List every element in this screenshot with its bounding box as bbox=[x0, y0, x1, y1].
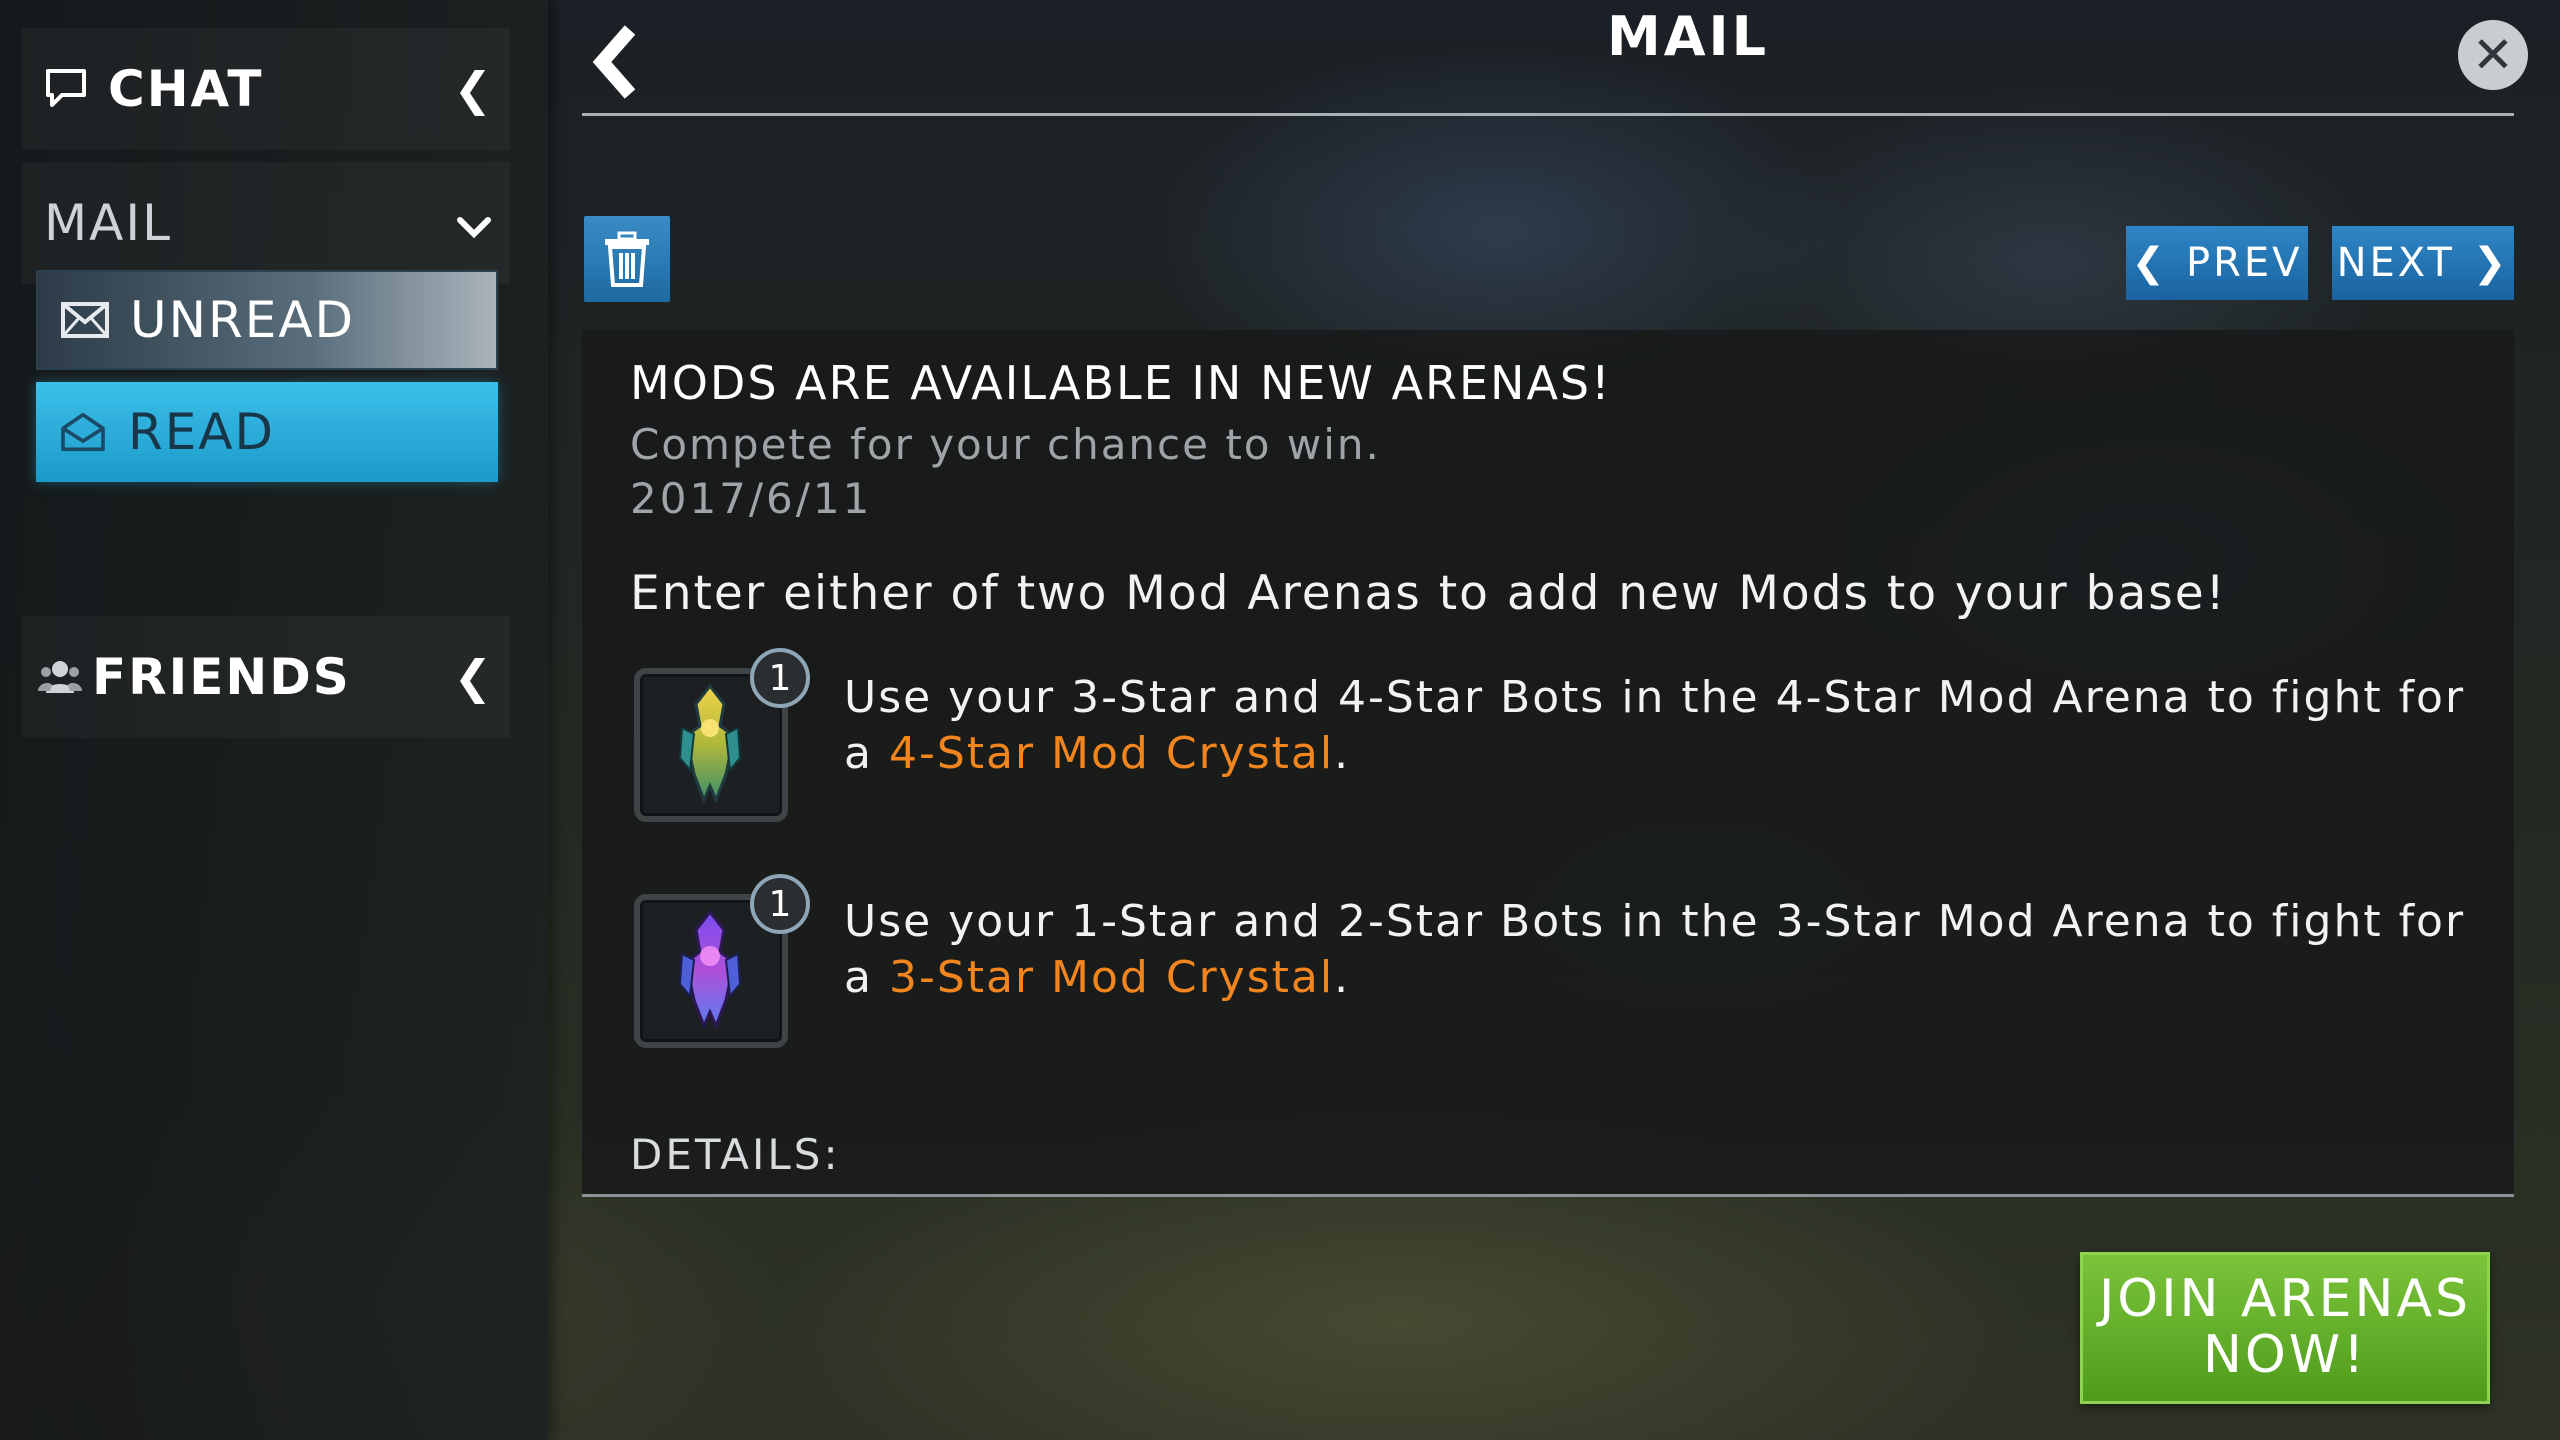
chevron-down-icon bbox=[457, 217, 491, 239]
close-button[interactable]: ✕ bbox=[2458, 20, 2528, 90]
reward-item[interactable]: 1 bbox=[630, 874, 810, 1052]
prev-button[interactable]: ❮ PREV bbox=[2126, 226, 2308, 300]
reward-text-end: . bbox=[1334, 952, 1351, 1003]
friends-section-header[interactable]: FRIENDS ❮ bbox=[22, 616, 510, 738]
reward-highlight-link[interactable]: 3-Star Mod Crystal bbox=[889, 952, 1334, 1003]
next-button[interactable]: NEXT ❯ bbox=[2332, 226, 2514, 300]
friends-icon bbox=[38, 661, 82, 693]
mail-main: MAIL ✕ ❮ PREV NEXT ❯ MODS ARE AVAILABLE … bbox=[548, 0, 2560, 1440]
message-panel[interactable]: MODS ARE AVAILABLE IN NEW ARENAS! Compet… bbox=[582, 330, 2514, 1197]
prev-label: PREV bbox=[2185, 240, 2303, 286]
mail-section-header[interactable]: MAIL bbox=[22, 162, 510, 284]
chat-label: CHAT bbox=[108, 60, 264, 118]
message-subtitle: Compete for your chance to win. bbox=[630, 420, 1381, 469]
reward-count-badge: 1 bbox=[750, 874, 810, 934]
reward-description: Use your 3-Star and 4-Star Bots in the 4… bbox=[844, 670, 2494, 782]
tab-read[interactable]: READ bbox=[36, 382, 498, 482]
join-arenas-label-line2: NOW! bbox=[2202, 1325, 2368, 1385]
mail-open-icon bbox=[61, 412, 105, 452]
chevron-left-icon: ❮ bbox=[453, 62, 492, 116]
reward-item[interactable]: 1 bbox=[630, 648, 810, 826]
reward-count-badge: 1 bbox=[750, 648, 810, 708]
next-label: NEXT bbox=[2336, 240, 2455, 286]
chevron-right-icon: ❯ bbox=[2472, 240, 2510, 286]
mail-closed-icon bbox=[61, 302, 109, 338]
reward-text-end: . bbox=[1334, 728, 1351, 779]
message-date: 2017/6/11 bbox=[630, 474, 873, 523]
sidebar: CHAT ❮ MAIL UNREAD READ FRIENDS ❮ bbox=[0, 0, 548, 1440]
trash-icon bbox=[605, 231, 649, 287]
chat-bubble-icon bbox=[46, 69, 86, 107]
delete-button[interactable] bbox=[584, 216, 670, 302]
page-title: MAIL bbox=[1606, 5, 1770, 68]
join-arenas-button[interactable]: JOIN ARENAS NOW! bbox=[2080, 1252, 2490, 1404]
mod-crystal-icon bbox=[678, 683, 742, 804]
mail-label: MAIL bbox=[44, 194, 172, 252]
back-arrow-icon[interactable] bbox=[586, 22, 646, 102]
details-label: DETAILS: bbox=[630, 1130, 841, 1179]
reward-highlight-link[interactable]: 4-Star Mod Crystal bbox=[889, 728, 1334, 779]
header-divider bbox=[582, 113, 2514, 116]
message-intro: Enter either of two Mod Arenas to add ne… bbox=[630, 566, 2227, 621]
message-title: MODS ARE AVAILABLE IN NEW ARENAS! bbox=[630, 356, 1612, 410]
reward-description: Use your 1-Star and 2-Star Bots in the 3… bbox=[844, 894, 2494, 1006]
close-icon: ✕ bbox=[2472, 26, 2514, 84]
chat-section-header[interactable]: CHAT ❮ bbox=[22, 28, 510, 150]
chevron-left-icon: ❮ bbox=[2131, 240, 2168, 286]
tab-unread[interactable]: UNREAD bbox=[36, 270, 498, 370]
tab-read-label: READ bbox=[128, 403, 276, 461]
join-arenas-label-line1: JOIN ARENAS bbox=[2098, 1269, 2472, 1329]
friends-label: FRIENDS bbox=[92, 648, 351, 706]
chevron-left-icon: ❮ bbox=[453, 650, 492, 704]
tab-unread-label: UNREAD bbox=[130, 291, 356, 349]
mod-crystal-icon bbox=[678, 909, 742, 1030]
